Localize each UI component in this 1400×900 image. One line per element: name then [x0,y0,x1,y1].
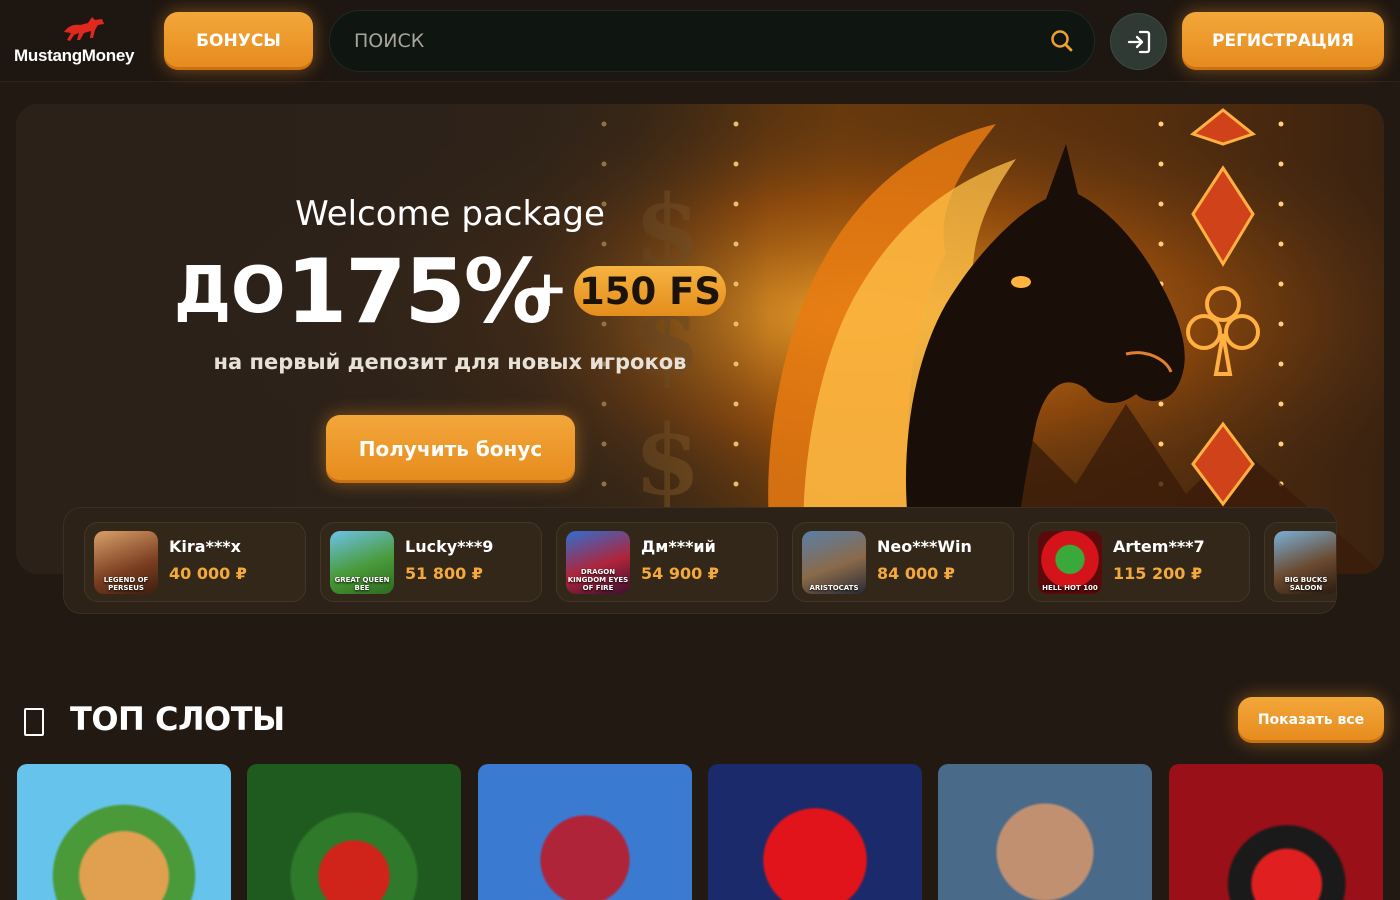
get-bonus-button[interactable]: Получить бонус [326,415,575,483]
horse-icon [64,17,104,41]
winner-name: Lucky***9 [405,537,494,556]
winner-amount: 40 000 ₽ [169,564,247,583]
hero-banner: $ $ $ Welcome package ДО 175% + 150 FS н… [16,104,1384,574]
winner-amount: 84 000 ₽ [877,564,955,583]
slot-card[interactable] [478,764,692,900]
winner-name: Artem***7 [1113,537,1205,556]
winner-amount: 54 900 ₽ [641,564,719,583]
slots-section-icon [24,708,44,736]
register-button[interactable]: РЕГИСТРАЦИЯ [1182,12,1384,70]
game-thumbnail: ARISTOCATS [802,531,866,594]
winner-name: Neo***Win [877,537,972,556]
game-thumbnail-label: LEGEND OF PERSEUS [103,576,149,592]
winner-card[interactable]: LEGEND OF PERSEUS Kira***x 40 000 ₽ [84,522,306,602]
promo-plus: + [526,260,568,318]
logo-text: MustangMoney [14,46,135,65]
welcome-title: Welcome package [295,194,605,234]
game-thumbnail: LEGEND OF PERSEUS [94,531,158,594]
winner-card[interactable]: GREAT QUEEN BEE Lucky***9 51 800 ₽ [320,522,542,602]
search-bar[interactable] [329,10,1095,72]
game-thumbnail: HELL HOT 100 [1038,531,1102,594]
game-thumbnail-label: ARISTOCATS [809,584,859,592]
winner-name: Дм***ий [641,537,716,556]
slot-card[interactable] [17,764,231,900]
game-thumbnail-label: HELL HOT 100 [1042,584,1098,592]
hero-horse-illustration: $ $ $ [16,104,1384,574]
winner-card[interactable]: ARISTOCATS Neo***Win 84 000 ₽ [792,522,1014,602]
search-input[interactable] [354,11,1034,71]
game-thumbnail-label: BIG BUCKS SALOON [1284,576,1328,592]
login-button[interactable] [1110,13,1167,70]
game-thumbnail: DRAGON KINGDOM EYES OF FIRE [566,531,630,594]
game-thumbnail: BIG BUCKS SALOON [1274,531,1336,594]
slot-card[interactable] [1169,764,1383,900]
header: MustangMoney БОНУСЫ РЕГИСТРАЦИЯ [0,0,1400,82]
game-thumbnail-label: GREAT QUEEN BEE [334,576,390,592]
search-icon[interactable] [1050,29,1074,53]
winner-amount: 51 800 ₽ [405,564,483,583]
winner-amount: 115 200 ₽ [1113,564,1203,583]
slot-card[interactable] [938,764,1152,900]
winner-card[interactable]: BIG BUCKS SALOON [1264,522,1336,602]
promo-percent: 175% [286,240,552,343]
game-thumbnail-label: DRAGON KINGDOM EYES OF FIRE [567,568,629,592]
game-thumbnail: GREAT QUEEN BEE [330,531,394,594]
logo[interactable]: MustangMoney [14,14,154,70]
winner-name: Kira***x [169,537,241,556]
hero-subtitle: на первый депозит для новых игроков [213,350,687,374]
winner-card[interactable]: DRAGON KINGDOM EYES OF FIRE Дм***ий 54 9… [556,522,778,602]
free-spins-badge: 150 FS [574,266,726,316]
promo-prefix: ДО [174,254,286,328]
winner-card[interactable]: HELL HOT 100 Artem***7 115 200 ₽ [1028,522,1250,602]
recent-winners-strip: LEGEND OF PERSEUS Kira***x 40 000 ₽ GREA… [63,507,1337,614]
bonuses-button[interactable]: БОНУСЫ [164,12,313,70]
slot-card[interactable] [247,764,461,900]
promo-headline: ДО 175% + 150 FS [174,240,744,343]
show-all-button[interactable]: Показать все [1238,697,1384,743]
slot-card[interactable] [708,764,922,900]
top-slots-title: ТОП СЛОТЫ [70,700,285,738]
login-icon [1127,30,1150,53]
